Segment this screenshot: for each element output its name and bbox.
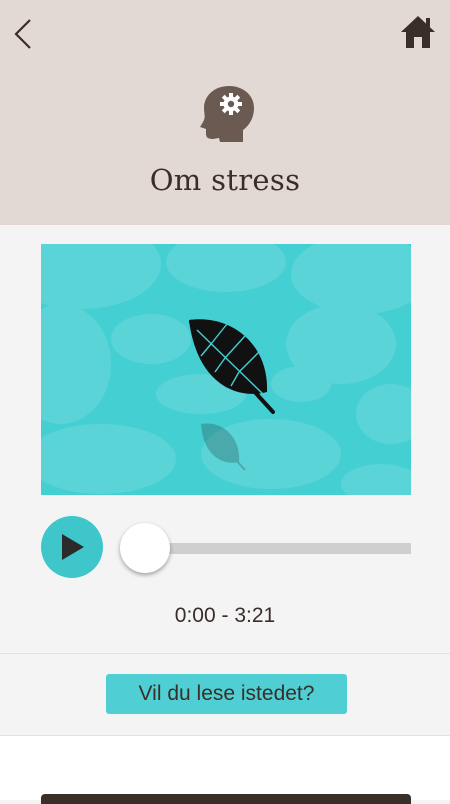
bottom-card bbox=[41, 794, 411, 804]
chevron-left-icon bbox=[14, 19, 31, 49]
current-time: 0:00 bbox=[174, 604, 216, 627]
back-button[interactable] bbox=[6, 14, 40, 54]
home-icon bbox=[401, 16, 435, 48]
progress-track[interactable] bbox=[141, 543, 411, 554]
progress-slider-thumb[interactable] bbox=[120, 523, 170, 573]
divider bbox=[0, 653, 450, 654]
video-player[interactable] bbox=[41, 244, 411, 495]
page-title: Om stress bbox=[149, 163, 301, 197]
time-display: 0:00 - 3:21 bbox=[0, 604, 450, 628]
content-area bbox=[0, 736, 450, 800]
video-illustration bbox=[41, 244, 411, 495]
read-instead-button[interactable]: Vil du lese istedet? bbox=[106, 674, 347, 714]
play-button[interactable] bbox=[41, 516, 103, 578]
head-gear-icon bbox=[200, 86, 254, 142]
audio-controls bbox=[41, 516, 411, 578]
home-button[interactable] bbox=[398, 12, 438, 52]
time-separator: - bbox=[215, 604, 235, 627]
play-icon bbox=[62, 534, 84, 560]
header: Om stress bbox=[0, 0, 450, 225]
duration: 3:21 bbox=[234, 604, 276, 627]
